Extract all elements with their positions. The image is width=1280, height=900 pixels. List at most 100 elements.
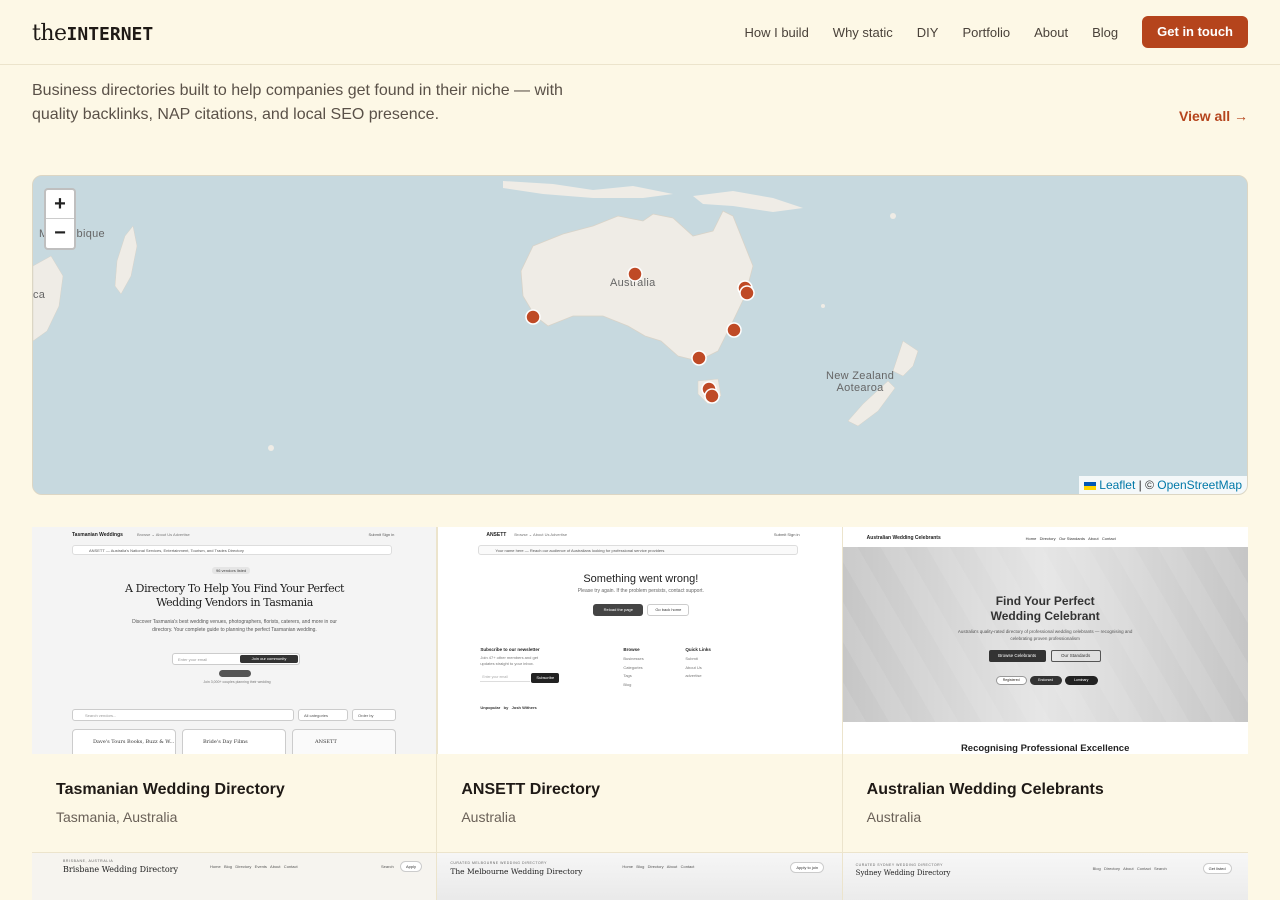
nav-diy[interactable]: DIY [917, 25, 939, 40]
card-location: Australia [461, 809, 516, 825]
thumb-browse-list: Businesses Categories Tags Blog [623, 655, 643, 689]
thumb-quick: Quick Links [685, 647, 711, 652]
main-nav: How I build Why static DIY Portfolio Abo… [744, 16, 1248, 48]
thumb-email-group: Enter your email Join our community [172, 653, 300, 665]
ukraine-flag-icon [1084, 481, 1097, 490]
nav-portfolio[interactable]: Portfolio [962, 25, 1010, 40]
thumb-tag: Luminary [1064, 676, 1098, 685]
map-marker[interactable] [704, 388, 720, 404]
thumb-tag: Registered [995, 676, 1027, 685]
card-screenshot: Australian Wedding Celebrants Home Direc… [842, 527, 1248, 754]
card-title[interactable]: Tasmanian Wedding Directory [56, 781, 285, 799]
thumb-item: ANSETT [292, 729, 396, 754]
map-zoom-control: + − [44, 188, 76, 250]
map-markers [525, 266, 755, 404]
thumb-quick-list: Submit About Us advertise [685, 655, 701, 681]
thumb-avatars [219, 670, 251, 677]
logo-the: the [32, 21, 67, 46]
directory-card[interactable]: Tasmanian Weddings Browse ⌄ About Us Adv… [32, 527, 438, 853]
thumb-email: Enter your email [480, 673, 531, 682]
card-screenshot[interactable]: BRISBANE, AUSTRALIA Brisbane Wedding Dir… [32, 853, 438, 900]
thumb-newsletter: Subscribe to our newsletter [480, 647, 540, 652]
thumb-right-nav: Submit Sign in [368, 532, 395, 537]
thumb-standards-button: Our Standards [1050, 650, 1101, 662]
thumb-bottom-heading: Recognising Professional Excellence [960, 743, 1130, 754]
thumb-kicker: CURATED MELBOURNE WEDDING DIRECTORY [450, 861, 547, 865]
directory-card[interactable]: Australian Wedding Celebrants Home Direc… [842, 527, 1248, 853]
thumb-error: Something went wrong! [583, 573, 699, 585]
thumb-search: Search [381, 864, 394, 869]
nav-blog[interactable]: Blog [1092, 25, 1118, 40]
card-screenshot[interactable]: CURATED MELBOURNE WEDDING DIRECTORY The … [437, 853, 843, 900]
thumb-browse: Browse [623, 647, 640, 652]
thumb-sub: Discover Tasmania's best wedding venues,… [132, 619, 337, 633]
map-marker[interactable] [726, 322, 742, 338]
zoom-in-button[interactable]: + [46, 190, 74, 219]
thumb-by: Unpopular by Josh Withers [480, 705, 537, 710]
map-marker[interactable] [691, 350, 707, 366]
site-header: theINTERNET How I build Why static DIY P… [0, 0, 1280, 65]
view-all-link[interactable]: View all → [1179, 108, 1248, 124]
leaflet-link[interactable]: Leaflet [1099, 478, 1135, 492]
thumb-search: Search vendors... [72, 709, 294, 721]
thumb-kicker: BRISBANE, AUSTRALIA [63, 859, 114, 863]
map-marker[interactable] [739, 285, 755, 301]
directory-cards: Tasmanian Weddings Browse ⌄ About Us Adv… [32, 527, 1248, 853]
thumb-tag: Endorsed [1029, 676, 1062, 685]
thumb-nav: Blog Directory About Contact Search [1092, 866, 1167, 871]
nav-how-i-build[interactable]: How I build [744, 25, 808, 40]
thumb-hero: Find Your Perfect Wedding Celebrant Aust… [842, 547, 1248, 722]
nav-why-static[interactable]: Why static [833, 25, 893, 40]
zoom-out-button[interactable]: − [46, 219, 74, 248]
thumb-nav: Browse ⌄ About Us Advertise [137, 532, 190, 537]
thumb-site-name: Sydney Wedding Directory [855, 869, 951, 877]
map-marker[interactable] [627, 266, 643, 282]
thumb-sub: Australia's quality-rated directory of p… [957, 629, 1133, 641]
thumb-home: Go back home [647, 604, 690, 616]
thumb-kicker: CURATED SYDNEY WEDDING DIRECTORY [855, 863, 943, 867]
thumb-site-name: ANSETT [486, 532, 507, 538]
thumb-get-listed: Get listed [1202, 863, 1232, 874]
thumb-browse-item: Tags [623, 673, 632, 678]
thumb-apply: Apply [400, 861, 423, 872]
directory-map[interactable]: Mozambique ca Australia New Zealand Aote… [32, 175, 1248, 495]
site-logo[interactable]: theINTERNET [32, 20, 153, 46]
thumb-filter: All categories [298, 709, 348, 721]
thumb-heading: Find Your Perfect Wedding Celebrant [843, 594, 1248, 624]
thumb-site-name: The Melbourne Wedding Directory [450, 867, 583, 876]
section-description: Business directories built to help compa… [32, 82, 563, 123]
card-location: Tasmania, Australia [56, 809, 178, 825]
thumb-quick-item: Submit [685, 656, 698, 661]
thumb-nav: Browse ⌄ About Us Advertise [514, 532, 568, 537]
nav-about[interactable]: About [1034, 25, 1068, 40]
thumb-nav: Home Blog Directory About Contact [622, 864, 695, 869]
thumb-banner: Your name here — Reach our audience of A… [478, 545, 799, 555]
card-screenshot: Tasmanian Weddings Browse ⌄ About Us Adv… [32, 527, 437, 754]
logo-internet: INTERNET [66, 24, 154, 45]
thumb-browse-item: Blog [623, 681, 632, 687]
thumb-apply: Apply to join [790, 862, 825, 873]
openstreetmap-link[interactable]: OpenStreetMap [1157, 478, 1242, 492]
card-screenshot: ANSETT Browse ⌄ About Us Advertise Submi… [437, 527, 842, 754]
thumb-email-placeholder: Enter your email [178, 657, 208, 662]
card-title[interactable]: ANSETT Directory [461, 781, 600, 799]
thumb-banner-text: Your name here — Reach our audience of A… [495, 548, 665, 553]
card-screenshot[interactable]: CURATED SYDNEY WEDDING DIRECTORY Sydney … [842, 853, 1248, 900]
thumb-browse-item: Categories [623, 664, 643, 670]
thumb-nav: Home Directory Our Standards About Conta… [1025, 536, 1116, 541]
thumb-site-name: Tasmanian Weddings [72, 532, 123, 538]
get-in-touch-button[interactable]: Get in touch [1142, 16, 1248, 48]
thumb-nav: Home Blog Directory Events About Contact [210, 864, 298, 869]
thumb-reload: Reload the page [593, 604, 644, 616]
thumb-heading: A Directory To Help You Find Your Perfec… [125, 582, 344, 609]
thumb-join-button: Join our community [240, 655, 298, 663]
map-attribution: Leaflet | © OpenStreetMap [1079, 476, 1247, 494]
map-marker[interactable] [525, 309, 541, 325]
attribution-separator: | © [1135, 478, 1158, 492]
thumb-badge: 96 vendors listed [212, 567, 251, 574]
directory-card[interactable]: ANSETT Browse ⌄ About Us Advertise Submi… [437, 527, 843, 853]
thumb-error-sub: Please try again. If the problem persist… [577, 588, 704, 594]
card-title[interactable]: Australian Wedding Celebrants [867, 781, 1104, 799]
thumb-quick-item: About Us [685, 664, 702, 670]
thumb-item: Dave's Tours Books, Buzz & W... [72, 729, 176, 754]
